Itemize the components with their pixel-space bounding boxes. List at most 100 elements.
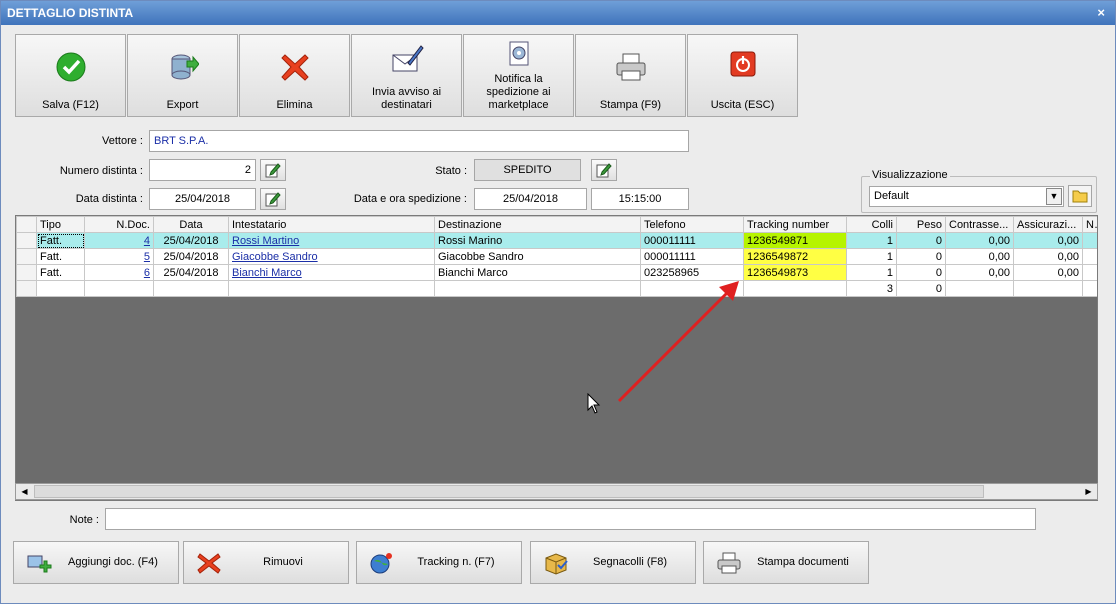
- power-icon: [688, 51, 797, 85]
- row-indicator[interactable]: [16, 248, 37, 265]
- data-distinta-field[interactable]: 25/04/2018: [149, 188, 256, 210]
- totals-row: 3 0: [16, 280, 1097, 297]
- numero-distinta-field[interactable]: 2: [149, 159, 256, 181]
- ndoc-link[interactable]: 5: [144, 251, 150, 263]
- scroll-thumb[interactable]: [34, 485, 984, 498]
- close-icon[interactable]: ×: [1097, 1, 1105, 25]
- cell-tipo[interactable]: Fatt.: [36, 248, 85, 265]
- column-header-assicurazione[interactable]: Assicurazi...: [1013, 216, 1083, 233]
- cell-ndoc[interactable]: 5: [84, 248, 154, 265]
- cell-ndoc[interactable]: 4: [84, 232, 154, 249]
- ndoc-link[interactable]: 4: [144, 235, 150, 247]
- cell-colli[interactable]: 1: [846, 264, 897, 281]
- folder-icon: [1072, 190, 1088, 203]
- exit-button[interactable]: Uscita (ESC): [687, 34, 798, 117]
- add-document-button[interactable]: Aggiungi doc. (F4): [13, 541, 179, 584]
- row-indicator[interactable]: [16, 232, 37, 249]
- ora-spedizione-field[interactable]: 15:15:00: [591, 188, 689, 210]
- intestatario-link[interactable]: Bianchi Marco: [232, 267, 302, 279]
- send-notice-button[interactable]: Invia avviso ai destinatari: [351, 34, 462, 117]
- edit-numero-button[interactable]: [260, 159, 286, 181]
- cell-tracking[interactable]: 1236549873: [743, 264, 847, 281]
- cell-contrassegno[interactable]: 0,00: [945, 264, 1014, 281]
- horizontal-scrollbar[interactable]: ◀ ▶: [15, 483, 1098, 500]
- stato-field: SPEDITO: [474, 159, 581, 181]
- cell-colli[interactable]: 1: [846, 232, 897, 249]
- scroll-left-icon[interactable]: ◀: [17, 485, 32, 498]
- cell-tipo[interactable]: Fatt.: [36, 264, 85, 281]
- cell-peso[interactable]: 0: [896, 232, 946, 249]
- cell-note[interactable]: [1082, 232, 1097, 249]
- print-documents-button[interactable]: Stampa documenti: [703, 541, 869, 584]
- cell-contrassegno[interactable]: 0,00: [945, 248, 1014, 265]
- column-header-colli[interactable]: Colli: [846, 216, 897, 233]
- notify-marketplace-button[interactable]: Notifica la spedizione ai marketplace: [463, 34, 574, 117]
- print-button[interactable]: Stampa (F9): [575, 34, 686, 117]
- data-distinta-label: Data distinta :: [75, 193, 143, 205]
- numero-distinta-label: Numero distinta :: [59, 165, 143, 177]
- export-button[interactable]: Export: [127, 34, 238, 117]
- table-row[interactable]: Fatt. 6 25/04/2018 Bianchi Marco Bianchi…: [16, 264, 1097, 281]
- tracking-button[interactable]: Tracking n. (F7): [356, 541, 522, 584]
- cell-note[interactable]: [1082, 248, 1097, 265]
- cell-destinazione[interactable]: Rossi Marino: [434, 232, 641, 249]
- table-row[interactable]: Fatt. 5 25/04/2018 Giacobbe Sandro Giaco…: [16, 248, 1097, 265]
- add-document-icon: [27, 555, 52, 573]
- cell-data[interactable]: 25/04/2018: [153, 248, 229, 265]
- column-header-contrassegno[interactable]: Contrasse...: [945, 216, 1014, 233]
- cell-assicurazione[interactable]: 0,00: [1013, 232, 1083, 249]
- column-header-ndoc[interactable]: N.Doc.: [84, 216, 154, 233]
- chevron-down-icon[interactable]: ▼: [1046, 188, 1062, 205]
- cell-assicurazione[interactable]: 0,00: [1013, 248, 1083, 265]
- cell-destinazione[interactable]: Giacobbe Sandro: [434, 248, 641, 265]
- cell-peso[interactable]: 0: [896, 248, 946, 265]
- save-button-label: Salva (F12): [42, 99, 99, 111]
- row-indicator[interactable]: [16, 264, 37, 281]
- cell-peso[interactable]: 0: [896, 264, 946, 281]
- column-header-peso[interactable]: Peso: [896, 216, 946, 233]
- cell-tipo[interactable]: Fatt.: [36, 232, 85, 249]
- data-spedizione-field[interactable]: 25/04/2018: [474, 188, 587, 210]
- note-field[interactable]: [105, 508, 1036, 530]
- cell-telefono[interactable]: 000011111: [640, 248, 744, 265]
- save-button[interactable]: Salva (F12): [15, 34, 126, 117]
- cell-intestatario[interactable]: Giacobbe Sandro: [228, 248, 435, 265]
- mouse-cursor-icon: [587, 393, 601, 414]
- cell-tracking[interactable]: 1236549871: [743, 232, 847, 249]
- scroll-right-icon[interactable]: ▶: [1081, 485, 1096, 498]
- column-header-intestatario[interactable]: Intestatario: [228, 216, 435, 233]
- database-export-icon: [128, 51, 237, 85]
- vettore-field[interactable]: BRT S.P.A.: [149, 130, 689, 152]
- cell-data[interactable]: 25/04/2018: [153, 232, 229, 249]
- cell-colli[interactable]: 1: [846, 248, 897, 265]
- cell-telefono[interactable]: 000011111: [640, 232, 744, 249]
- cell-tracking[interactable]: 1236549872: [743, 248, 847, 265]
- column-header-telefono[interactable]: Telefono: [640, 216, 744, 233]
- delete-button[interactable]: Elimina: [239, 34, 350, 117]
- total-colli: 3: [846, 280, 897, 297]
- visualizzazione-select[interactable]: Default ▼: [869, 186, 1064, 207]
- column-header-tracking[interactable]: Tracking number: [743, 216, 847, 233]
- remove-button[interactable]: Rimuovi: [183, 541, 349, 584]
- cell-data[interactable]: 25/04/2018: [153, 264, 229, 281]
- ndoc-link[interactable]: 6: [144, 267, 150, 279]
- column-header-destinazione[interactable]: Destinazione: [434, 216, 641, 233]
- edit-stato-button[interactable]: [591, 159, 617, 181]
- folder-button[interactable]: [1068, 185, 1092, 207]
- notify-marketplace-button-label: Notifica la spedizione ai marketplace: [486, 73, 551, 111]
- column-header-tipo[interactable]: Tipo: [36, 216, 85, 233]
- segnacolli-button[interactable]: Segnacolli (F8): [530, 541, 696, 584]
- table-row[interactable]: Fatt. 4 25/04/2018 Rossi Martino Rossi M…: [16, 232, 1097, 249]
- column-header-data[interactable]: Data: [153, 216, 229, 233]
- cell-ndoc[interactable]: 6: [84, 264, 154, 281]
- column-header-note[interactable]: No: [1082, 216, 1097, 233]
- cell-note[interactable]: [1082, 264, 1097, 281]
- cell-intestatario[interactable]: Rossi Martino: [228, 232, 435, 249]
- intestatario-link[interactable]: Giacobbe Sandro: [232, 251, 318, 263]
- cell-intestatario[interactable]: Bianchi Marco: [228, 264, 435, 281]
- cell-assicurazione[interactable]: 0,00: [1013, 264, 1083, 281]
- total-peso: 0: [896, 280, 946, 297]
- intestatario-link[interactable]: Rossi Martino: [232, 235, 299, 247]
- edit-data-button[interactable]: [260, 188, 286, 210]
- cell-contrassegno[interactable]: 0,00: [945, 232, 1014, 249]
